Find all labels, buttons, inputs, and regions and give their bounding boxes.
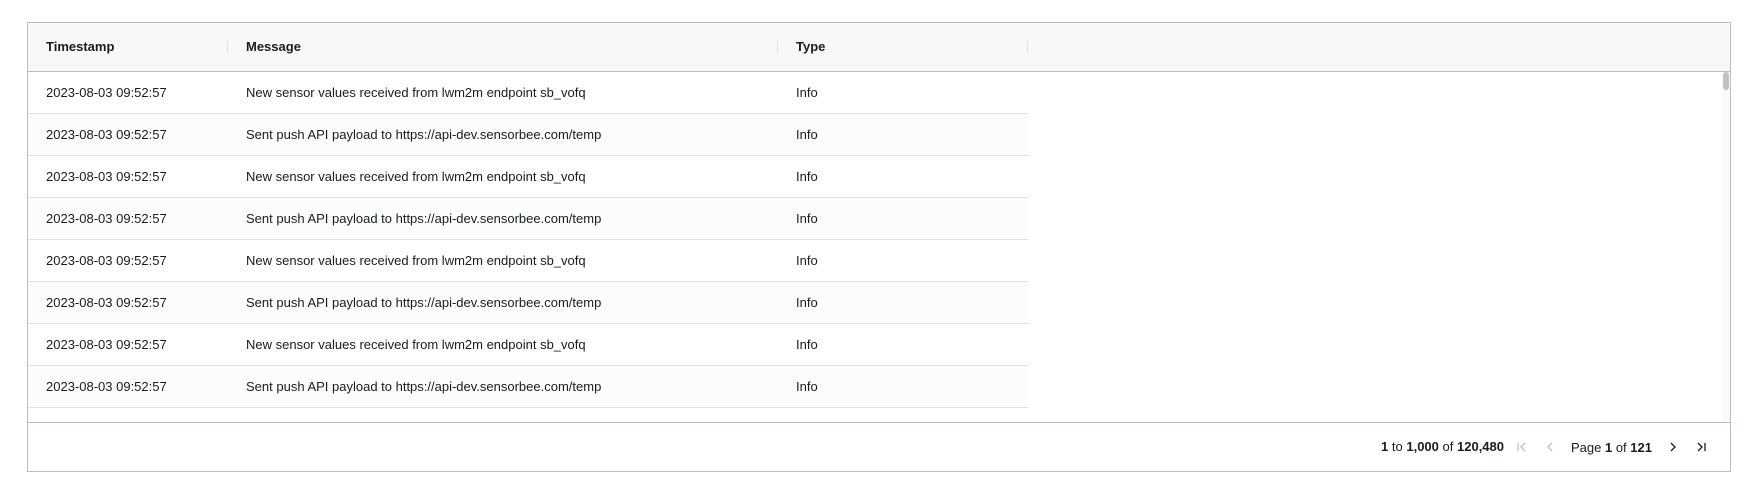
cell-type: Info bbox=[796, 211, 818, 226]
table-row[interactable]: 2023-08-03 09:52:57 New sensor values re… bbox=[28, 156, 1028, 198]
cell-type: Info bbox=[796, 127, 818, 142]
table-row[interactable]: 2023-08-03 09:52:57 New sensor values re… bbox=[28, 72, 1028, 114]
row-summary: 1 to 1,000 of 120,480 bbox=[1381, 423, 1504, 471]
column-header-type[interactable]: Type bbox=[778, 23, 1028, 71]
table-row[interactable]: 2023-08-03 09:52:57 Sent push API payloa… bbox=[28, 282, 1028, 324]
cell-timestamp: 2023-08-03 09:52:57 bbox=[46, 211, 167, 226]
table-row[interactable]: 2023-08-03 09:52:57 Sent push API payloa… bbox=[28, 366, 1028, 408]
grid-body: 2023-08-03 09:52:57 New sensor values re… bbox=[28, 72, 1730, 424]
log-grid: Timestamp Message Type 2023-08-03 09:52:… bbox=[27, 22, 1731, 472]
cell-message: Sent push API payload to https://api-dev… bbox=[246, 127, 602, 142]
cell-message: New sensor values received from lwm2m en… bbox=[246, 253, 586, 268]
next-page-button[interactable] bbox=[1662, 436, 1684, 458]
cell-type: Info bbox=[796, 379, 818, 394]
first-page-icon bbox=[1517, 442, 1526, 452]
cell-timestamp: 2023-08-03 09:52:57 bbox=[46, 337, 167, 352]
first-page-button[interactable] bbox=[1511, 436, 1533, 458]
cell-type: Info bbox=[796, 253, 818, 268]
previous-page-button[interactable] bbox=[1539, 436, 1561, 458]
row-to-label: to bbox=[1391, 439, 1403, 454]
page-indicator: Page 1 of 121 bbox=[1571, 440, 1652, 455]
table-row[interactable]: 2023-08-03 09:52:57 New sensor values re… bbox=[28, 240, 1028, 282]
page-of-label: of bbox=[1615, 439, 1627, 455]
cell-timestamp: 2023-08-03 09:52:57 bbox=[46, 127, 167, 142]
table-row[interactable]: 2023-08-03 09:52:57 Sent push API payloa… bbox=[28, 198, 1028, 240]
row-from: 1 bbox=[1381, 439, 1389, 454]
last-page-icon bbox=[1697, 442, 1706, 452]
cell-message: New sensor values received from lwm2m en… bbox=[246, 337, 586, 352]
cell-type: Info bbox=[796, 295, 818, 310]
table-row[interactable]: 2023-08-03 09:52:57 Sent push API payloa… bbox=[28, 114, 1028, 156]
cell-timestamp: 2023-08-03 09:52:57 bbox=[46, 295, 167, 310]
cell-message: Sent push API payload to https://api-dev… bbox=[246, 211, 602, 226]
next-page-icon bbox=[1670, 442, 1676, 452]
cell-type: Info bbox=[796, 337, 818, 352]
cell-message: Sent push API payload to https://api-dev… bbox=[246, 379, 602, 394]
cell-message: Sent push API payload to https://api-dev… bbox=[246, 295, 602, 310]
column-header-message[interactable]: Message bbox=[228, 23, 778, 71]
page-total: 121 bbox=[1630, 439, 1652, 455]
page-current: 1 bbox=[1604, 439, 1613, 455]
cell-timestamp: 2023-08-03 09:52:57 bbox=[46, 379, 167, 394]
cell-message: New sensor values received from lwm2m en… bbox=[246, 169, 586, 184]
column-resize-handle[interactable] bbox=[1027, 40, 1028, 54]
page-navigation: Page 1 of 121 bbox=[1511, 423, 1712, 471]
previous-page-icon bbox=[1547, 442, 1553, 452]
cell-message: New sensor values received from lwm2m en… bbox=[246, 85, 586, 100]
row-to: 1,000 bbox=[1406, 439, 1439, 454]
cell-timestamp: 2023-08-03 09:52:57 bbox=[46, 85, 167, 100]
grid-header: Timestamp Message Type bbox=[28, 23, 1730, 72]
scrollbar-thumb[interactable] bbox=[1723, 72, 1729, 90]
cell-type: Info bbox=[796, 169, 818, 184]
column-header-timestamp[interactable]: Timestamp bbox=[28, 23, 228, 71]
page-label: Page bbox=[1570, 439, 1602, 455]
pagination-panel: 1 to 1,000 of 120,480 Page 1 of 121 bbox=[28, 422, 1730, 471]
row-of-label: of bbox=[1442, 439, 1454, 454]
last-page-button[interactable] bbox=[1690, 436, 1712, 458]
vertical-scrollbar[interactable] bbox=[1722, 72, 1730, 424]
table-row[interactable]: 2023-08-03 09:52:57 New sensor values re… bbox=[28, 324, 1028, 366]
row-total: 120,480 bbox=[1457, 439, 1504, 454]
cell-type: Info bbox=[796, 85, 818, 100]
cell-timestamp: 2023-08-03 09:52:57 bbox=[46, 169, 167, 184]
cell-timestamp: 2023-08-03 09:52:57 bbox=[46, 253, 167, 268]
